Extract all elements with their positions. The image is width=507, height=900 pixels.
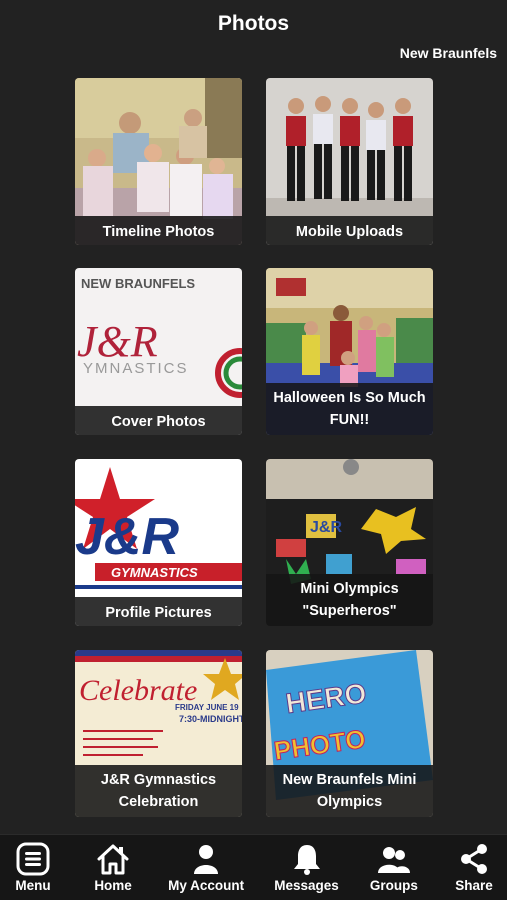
- banner-photo-text: J&R: [310, 519, 342, 536]
- celebration-photo-date: FRIDAY JUNE 19: [175, 703, 239, 712]
- celebration-photo-time: 7:30-MIDNIGHT: [179, 714, 242, 724]
- nav-label: Share: [455, 878, 493, 893]
- bell-icon: [293, 845, 320, 875]
- album-tile-timeline-photos[interactable]: Timeline Photos: [75, 78, 242, 245]
- cover-photo-subtext: YMNASTICS: [83, 360, 189, 377]
- nav-label: My Account: [168, 878, 245, 893]
- album-tile-cover-photos[interactable]: NEW BRAUNFELS J&R YMNASTICS Cover Photos: [75, 268, 242, 435]
- location-label[interactable]: New Braunfels: [400, 45, 497, 61]
- nav-groups[interactable]: Groups: [369, 835, 419, 900]
- home-icon: [97, 844, 129, 875]
- nav-label: Messages: [274, 878, 339, 893]
- album-title: Profile Pictures: [75, 597, 242, 626]
- cover-photo-text: NEW BRAUNFELS: [81, 276, 195, 291]
- album-title: Mobile Uploads: [266, 216, 433, 245]
- menu-icon: [16, 842, 50, 876]
- nav-home[interactable]: Home: [88, 835, 138, 900]
- nav-label: Menu: [15, 878, 51, 893]
- album-tile-celebration[interactable]: Celebrate FRIDAY JUNE 19 7:30-MIDNIGHT J…: [75, 650, 242, 817]
- album-title: Halloween Is So Much FUN!!: [266, 383, 433, 435]
- profile-photo-subtext: GYMNASTICS: [111, 565, 198, 580]
- share-icon: [460, 844, 487, 874]
- nav-my-account[interactable]: My Account: [168, 835, 244, 900]
- account-icon: [194, 845, 219, 874]
- groups-icon: [377, 847, 410, 873]
- nav-menu[interactable]: Menu: [8, 835, 58, 900]
- nav-label: Groups: [369, 878, 418, 893]
- nav-label: Home: [94, 878, 132, 893]
- album-tile-halloween[interactable]: Halloween Is So Much FUN!!: [266, 268, 433, 435]
- album-title: J&R Gymnastics Celebration: [75, 765, 242, 817]
- album-title: Cover Photos: [75, 406, 242, 435]
- cover-photo-logo: J&R: [77, 317, 158, 366]
- page-title: Photos: [217, 12, 290, 35]
- album-title: Mini Olympics "Superheros": [266, 574, 433, 626]
- nav-messages[interactable]: Messages: [274, 835, 339, 900]
- profile-photo-logo: J&R: [75, 508, 179, 566]
- album-title: New Braunfels Mini Olympics: [266, 765, 433, 817]
- album-tile-mini-olympics-superheros[interactable]: J&R Mini Olympics "Superheros": [266, 459, 433, 626]
- album-title: Timeline Photos: [75, 216, 242, 245]
- album-tile-profile-pictures[interactable]: J&R GYMNASTICS Profile Pictures: [75, 459, 242, 626]
- album-tile-new-braunfels-mini-olympics[interactable]: HERO PHOTO New Braunfels Mini Olympics: [266, 650, 433, 817]
- bottom-nav: Menu Home My Account Messages Groups Sha…: [0, 834, 507, 900]
- nav-share[interactable]: Share: [449, 835, 499, 900]
- album-tile-mobile-uploads[interactable]: Mobile Uploads: [266, 78, 433, 245]
